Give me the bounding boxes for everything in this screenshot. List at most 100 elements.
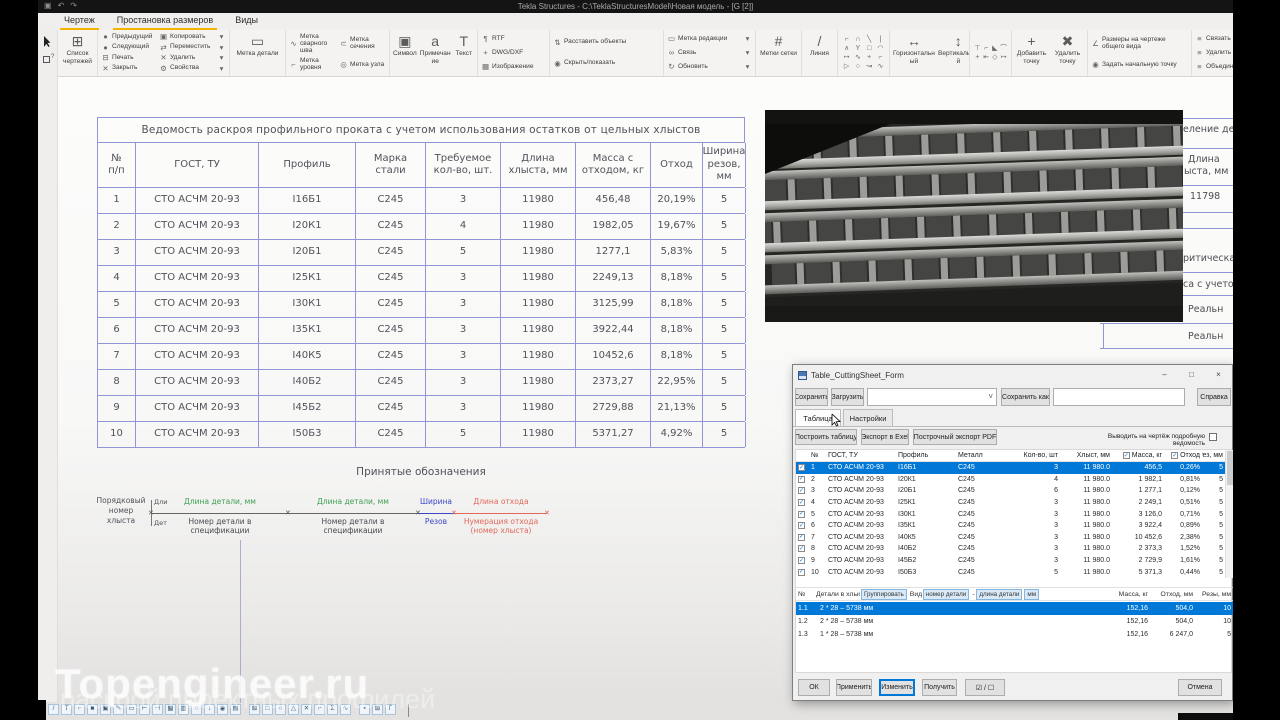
next-button[interactable]: ● Следующий: [101, 43, 156, 52]
more-button[interactable]: ▾: [217, 43, 226, 52]
more-button[interactable]: ▾: [743, 63, 752, 71]
get-button[interactable]: Получить: [922, 679, 957, 696]
header-cell[interactable]: Кол-во, шт: [1014, 450, 1060, 461]
add-point-button[interactable]: + Добавить точку: [1015, 32, 1048, 74]
parts-table-row[interactable]: 1.3 1 * 28 – 5738 мм 152,16 6 247,0 5: [796, 628, 1233, 641]
note-button[interactable]: a Примечан ие: [420, 32, 451, 74]
header-cell[interactable]: Профиль: [896, 450, 956, 461]
arrange-objects-button[interactable]: ⇅ Расставить объекты: [553, 38, 660, 47]
checkbox-checked-icon[interactable]: ✓: [1122, 452, 1130, 459]
more-button[interactable]: ▾: [217, 54, 226, 62]
export-excel-button[interactable]: Экспорт в Exel: [861, 429, 909, 445]
more-button[interactable]: ▾: [217, 64, 226, 73]
checkbox-checked-icon[interactable]: ✓: [798, 533, 805, 541]
sketch-shape-icon[interactable]: ⌐: [841, 35, 852, 44]
header-cell[interactable]: Хлыст, мм: [1060, 450, 1112, 461]
profiles-table-row[interactable]: ✓ 6 СТО АСЧМ 20-93 I35К1 С245 3 11 980.0 3 922,…: [796, 520, 1225, 532]
ok-button[interactable]: ОК: [798, 679, 830, 696]
checkbox-checked-icon[interactable]: ✓: [1171, 452, 1179, 459]
checkbox-checked-icon[interactable]: ✓: [798, 475, 805, 483]
scrollbar[interactable]: [1225, 450, 1233, 578]
row-check-cell[interactable]: ✓: [796, 497, 809, 509]
sketch-shape-icon[interactable]: ⊤: [973, 44, 982, 53]
header-cell[interactable]: ГОСТ, ТУ: [826, 450, 896, 461]
sketch-shape-icon[interactable]: ∩: [852, 35, 863, 44]
checkbox-checked-icon[interactable]: ✓: [798, 568, 805, 576]
sketch-shape-icon[interactable]: ↦: [841, 53, 852, 62]
sketch-shape-icon[interactable]: ◠: [875, 44, 886, 53]
delete-button[interactable]: ✕ Удалить: [159, 54, 214, 62]
detail-mark-button[interactable]: ◎ Метка узла: [339, 61, 386, 69]
profiles-table-row[interactable]: ✓ 4 СТО АСЧМ 20-93 I25К1 С245 3 11 980.0 2 249,…: [796, 497, 1225, 509]
profiles-table-row[interactable]: ✓ 7 СТО АСЧМ 20-93 I40К5 С245 3 11 980.0 10 452…: [796, 532, 1225, 544]
checkbox-checked-icon[interactable]: ✓: [798, 487, 805, 495]
modify-button[interactable]: Изменить: [879, 679, 915, 696]
bind-button[interactable]: ≡ Связать: [1195, 35, 1233, 43]
sketch-shape-icon[interactable]: Y: [852, 44, 863, 53]
checkbox-checked-icon[interactable]: ✓: [798, 557, 805, 565]
line-button[interactable]: / Линия: [805, 32, 834, 74]
row-check-cell[interactable]: ✓: [796, 485, 809, 497]
more-button[interactable]: ▾: [217, 33, 226, 41]
checkbox-checked-icon[interactable]: ✓: [798, 545, 805, 553]
row-check-cell[interactable]: ✓: [796, 543, 809, 555]
close-drawing-button[interactable]: ✕ Закрыть: [101, 64, 156, 73]
rtf-button[interactable]: ¶ RTF: [481, 35, 546, 43]
group-button[interactable]: Группировать: [861, 588, 907, 600]
profiles-table-row[interactable]: ✓ 1 СТО АСЧМ 20-93 I16Б1 С245 3 11 980.0 456,5 0…: [796, 462, 1225, 474]
sketch-shape-icon[interactable]: ⌒: [999, 44, 1008, 53]
tab-drawing[interactable]: Чертеж: [60, 13, 99, 30]
more-button[interactable]: ▾: [743, 49, 752, 57]
print-button[interactable]: ⊟ Печать: [101, 54, 156, 62]
part-number-button[interactable]: номер детали: [922, 588, 970, 600]
sketch-shape-icon[interactable]: ⇤: [982, 53, 991, 62]
load-button[interactable]: Загрузить: [831, 388, 864, 406]
sketch-shape-icon[interactable]: □: [864, 44, 875, 53]
revision-mark-button[interactable]: ▭ Метка редакции: [667, 35, 740, 43]
section-mark-button[interactable]: ⊂ Метка сечения: [339, 36, 386, 51]
detailed-list-checkbox[interactable]: [1209, 433, 1217, 441]
symbol-button[interactable]: ▣ Символ: [393, 32, 417, 74]
checkbox-checked-icon[interactable]: ✓: [798, 510, 805, 518]
tab-dimensioning[interactable]: Простановка размеров: [112, 13, 218, 30]
grid-marks-button[interactable]: # Метки сетки: [759, 32, 798, 74]
checkbox-checked-icon[interactable]: ✓: [798, 499, 805, 507]
header-cell[interactable]: ✓Рез, мм: [1202, 450, 1225, 461]
sketch-shape-icon[interactable]: +: [864, 53, 875, 62]
save-as-input[interactable]: [1053, 388, 1185, 406]
area-select-tool-icon[interactable]: [43, 54, 54, 63]
header-cell[interactable]: ✓ Отход: [1164, 450, 1202, 461]
set-start-point-button[interactable]: ◉ Задать начальную точку: [1091, 61, 1188, 69]
parts-table-row[interactable]: 1.2 2 * 28 – 5738 мм 152,16 504,0 10: [796, 615, 1233, 628]
show-hide-button[interactable]: ◉ Скрыть/показать: [553, 59, 660, 68]
row-check-cell[interactable]: ✓: [796, 555, 809, 567]
part-mark-button[interactable]: ▭ Метка детали: [233, 32, 282, 74]
combine-button[interactable]: ≡ Объедин: [1195, 63, 1233, 71]
tab-views[interactable]: Виды: [231, 13, 262, 30]
build-table-button[interactable]: Построить таблицу: [795, 429, 857, 445]
remove-point-button[interactable]: ✖ Удалить точку: [1051, 32, 1084, 74]
profiles-table-header[interactable]: № ГОСТ, ТУ Профиль Металл Кол-во, шт Хлыст, м…: [796, 450, 1225, 462]
checkbox-checked-icon[interactable]: ✓: [798, 464, 805, 472]
horizontal-dim-button[interactable]: ↔ Горизонтальн ый: [893, 32, 935, 74]
profiles-table-row[interactable]: ✓ 3 СТО АСЧМ 20-93 I20Б1 С245 6 11 980.0 1 277,…: [796, 485, 1225, 497]
sketch-shape-icon[interactable]: ∿: [875, 62, 886, 71]
tab-settings[interactable]: Настройки: [843, 409, 893, 427]
apply-button[interactable]: Применить: [836, 679, 872, 696]
sketch-shape-icon[interactable]: ╲: [864, 35, 875, 44]
settings-combobox[interactable]: [867, 388, 997, 406]
more-button[interactable]: ▾: [743, 35, 752, 43]
header-cell[interactable]: ✓ Масса, кг: [1112, 450, 1164, 461]
header-cell[interactable]: №: [809, 450, 826, 461]
row-check-cell[interactable]: ✓: [796, 474, 809, 486]
save-button[interactable]: Сохранить: [795, 388, 828, 406]
previous-button[interactable]: ● Предыдущий: [101, 33, 156, 41]
sketch-shape-icon[interactable]: ⌐: [875, 53, 886, 62]
weld-mark-button[interactable]: ∿ Метка сварного шва: [289, 33, 336, 55]
ga-dimensions-button[interactable]: ∠ Размеры на чертеже общего вида: [1091, 36, 1188, 51]
drawing-list-button[interactable]: ⊞ Список чертежей: [61, 32, 94, 74]
mm-button[interactable]: мм: [1024, 588, 1040, 600]
checkbox-checked-icon[interactable]: ✓: [798, 522, 805, 530]
sketch-shape-icon[interactable]: ▷: [841, 62, 852, 71]
unbind-button[interactable]: ≡ Удалить: [1195, 49, 1233, 57]
